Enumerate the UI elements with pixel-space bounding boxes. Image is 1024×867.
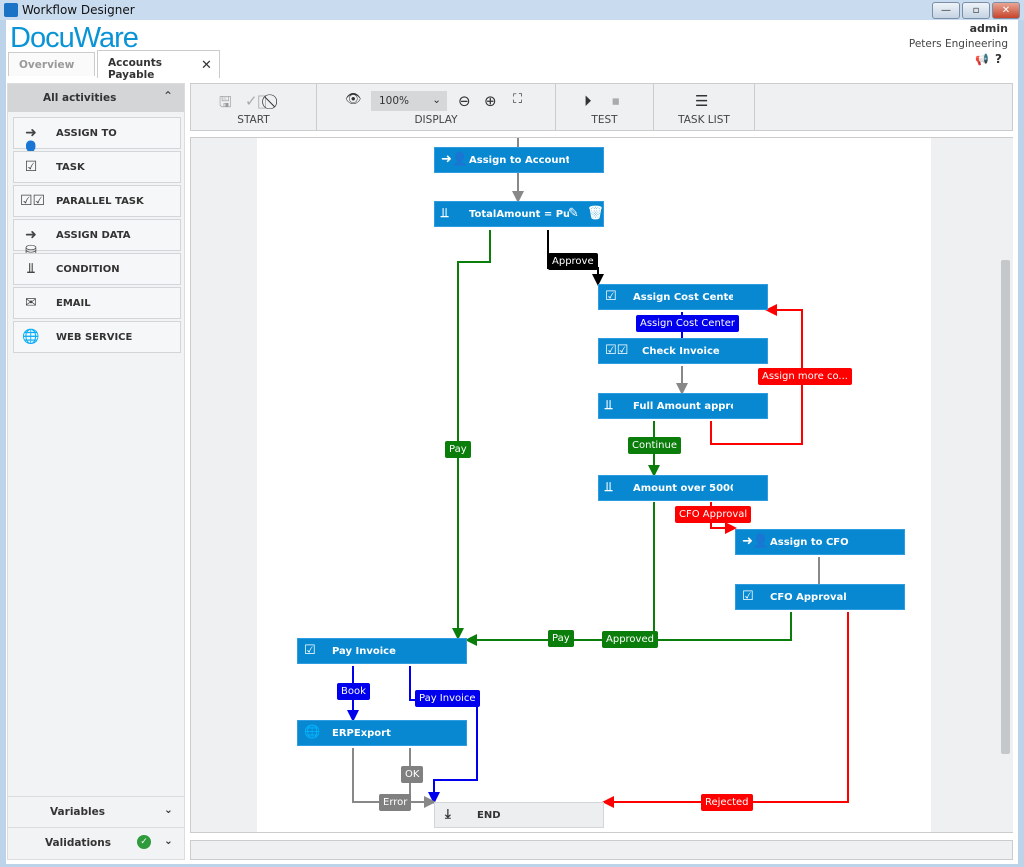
node-assign-to-accounting[interactable]: ➜👤Assign to Accounting (434, 147, 604, 173)
edit-icon[interactable]: ✎ (568, 206, 579, 221)
connector-label[interactable]: Pay (445, 441, 471, 458)
connector-label[interactable]: Book (337, 683, 370, 700)
assign-user-icon: ➜👤 (441, 152, 469, 167)
connectors (347, 138, 849, 808)
connector-label[interactable]: Pay Invoice (415, 690, 480, 707)
node-total-amount-condition[interactable]: ⫫TotalAmount = Purc ✎🗑 (434, 201, 604, 227)
node-full-amount-approved[interactable]: ⫫Full Amount approve (598, 393, 768, 419)
condition-icon: ⫫ (441, 206, 449, 221)
delete-icon[interactable]: 🗑 (587, 206, 604, 221)
connector-label[interactable]: Continue (628, 437, 681, 454)
connector-label[interactable]: OK (401, 766, 424, 783)
connector-label[interactable]: Approve (548, 253, 598, 270)
connector-label[interactable]: Pay (548, 630, 574, 647)
end-icon: ⤓ (445, 807, 451, 822)
condition-icon: ⫫ (605, 480, 613, 495)
connector (655, 612, 792, 641)
connector-label[interactable]: CFO Approval (675, 506, 752, 523)
task-icon: ☑ (605, 289, 617, 304)
node-amount-over-5000[interactable]: ⫫ Amount over 5000 (598, 475, 768, 501)
task-icon: ☑ (304, 643, 316, 658)
node-assign-cost-center[interactable]: ☑ Assign Cost Center (598, 284, 768, 310)
connector (452, 230, 491, 640)
node-end[interactable]: ⤓ END (434, 802, 604, 828)
parallel-task-icon: ☑☑ (605, 343, 629, 358)
web-service-icon: 🌐 (304, 725, 321, 740)
connector-label[interactable]: Assign more co... (758, 368, 852, 385)
condition-icon: ⫫ (605, 398, 613, 413)
connector-label[interactable]: Error (379, 794, 412, 811)
node-erp-export[interactable]: 🌐 ERPExport (297, 720, 467, 746)
node-pay-invoice[interactable]: ☑ Pay Invoice (297, 638, 467, 664)
node-assign-to-cfo[interactable]: ➜👤 Assign to CFO (735, 529, 905, 555)
bottom-bar (190, 840, 1013, 860)
connector-label[interactable]: Approved (602, 631, 658, 648)
node-cfo-approval[interactable]: ☑ CFO Approval (735, 584, 905, 610)
node-check-invoice[interactable]: ☑☑ Check Invoice (598, 338, 768, 364)
assign-user-icon: ➜👤 (742, 534, 770, 549)
task-icon: ☑ (742, 589, 754, 604)
connector (465, 502, 655, 646)
connector-label[interactable]: Assign Cost Center (636, 315, 739, 332)
connector-label[interactable]: Rejected (701, 794, 753, 811)
